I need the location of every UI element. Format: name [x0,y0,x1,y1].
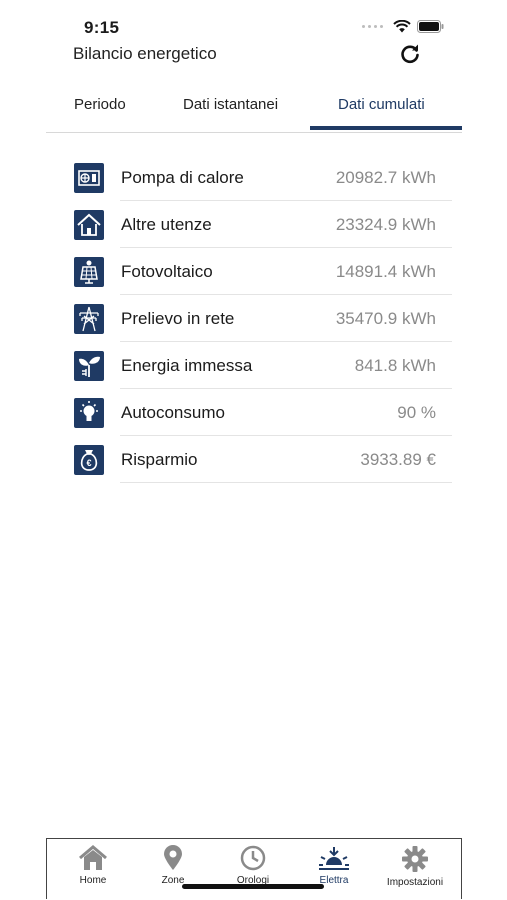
divider [120,482,452,483]
tab-periodo[interactable]: Periodo [74,96,126,113]
list-item[interactable]: Altre utenze 23324.9 kWh [72,201,452,248]
row-value: 14891.4 kWh [335,262,436,281]
money-bag-icon: € [74,445,104,475]
power-pylon-icon [74,304,104,334]
row-value: 35470.9 kWh [335,309,436,328]
list-item[interactable]: Fotovoltaico 14891.4 kWh [72,248,452,295]
row-label: Energia immessa [121,356,253,375]
row-value: 23324.9 kWh [335,215,436,234]
list-item[interactable]: Pompa di calore 20982.7 kWh [72,154,452,201]
row-value: 20982.7 kWh [335,168,436,187]
solar-panel-icon [74,257,104,287]
home-icon [79,845,107,870]
status-icons [362,20,444,33]
status-time: 9:15 [84,18,120,37]
list-item[interactable]: Autoconsumo 90 % [72,389,452,436]
row-value: 90 % [397,403,436,422]
heat-pump-icon [74,163,104,193]
list-item[interactable]: Energia immessa 841.8 kWh [72,342,452,389]
tab-dati-cumulati[interactable]: Dati cumulati [338,96,425,113]
list-item[interactable]: € Risparmio 3933.89 € [72,436,452,483]
tabbar-label: Home [79,875,107,886]
signal-dots-icon [362,25,383,28]
row-value: 3933.89 € [360,450,436,469]
row-label: Prelievo in rete [121,309,235,328]
tabbar-zone[interactable]: Zone [133,845,213,886]
row-label: Fotovoltaico [121,262,213,281]
bottom-tab-bar: Home Zone Orologi Elettra Impostazioni [46,838,462,899]
tabbar-label: Impostazioni [386,877,444,888]
row-label: Altre utenze [121,215,212,234]
tabbar-elettra[interactable]: Elettra [294,845,374,886]
gear-icon [402,846,428,872]
refresh-icon[interactable] [398,42,422,66]
pin-icon [164,845,182,870]
clock-icon [240,845,266,871]
plug-leaf-icon [74,351,104,381]
status-bar: 9:15 [46,14,462,40]
tabbar-home[interactable]: Home [53,845,133,886]
home-indicator [182,884,324,889]
energy-list: Pompa di calore 20982.7 kWh Altre utenze… [72,154,452,483]
segment-tabs: Periodo Dati istantanei Dati cumulati [46,92,462,133]
battery-icon [417,20,444,33]
list-item[interactable]: Prelievo in rete 35470.9 kWh [72,295,452,342]
active-tab-indicator [310,126,462,130]
tabbar-impostazioni[interactable]: Impostazioni [375,845,455,888]
page-title: Bilancio energetico [73,44,217,63]
row-label: Risparmio [121,450,198,469]
house-icon [74,210,104,240]
row-label: Pompa di calore [121,168,244,187]
light-bulb-icon [74,398,104,428]
wifi-icon [393,20,411,33]
sunrise-icon [319,847,349,870]
tabbar-orologi[interactable]: Orologi [213,845,293,886]
row-value: 841.8 kWh [354,356,436,375]
row-label: Autoconsumo [121,403,225,422]
tab-dati-istantanei[interactable]: Dati istantanei [183,96,278,113]
svg-text:€: € [86,458,91,468]
